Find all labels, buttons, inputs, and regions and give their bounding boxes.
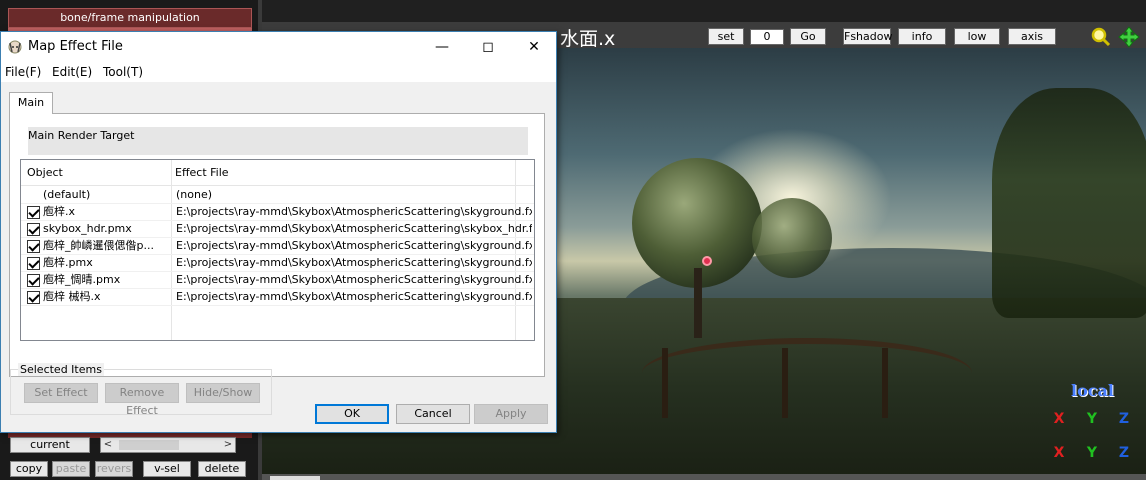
row-effect-file: E:\projects\ray-mmd\Skybox\AtmosphericSc… [176,205,532,218]
maximize-icon[interactable]: ◻ [465,32,511,62]
mmd-window: bone/frame manipulation current < > copy… [0,0,1146,480]
scroll-left-icon[interactable]: < [101,438,115,452]
zoom-icon[interactable] [1091,27,1111,47]
copy-button[interactable]: copy [10,461,48,477]
model-title: 水面.x [560,28,616,50]
cancel-button[interactable]: Cancel [396,404,470,424]
current-button[interactable]: current [10,437,90,453]
list-header: Object Effect File [21,160,534,186]
bottom-tab[interactable] [270,476,320,480]
render-target-text: Main Render Target [28,129,135,142]
move-cross-icon[interactable] [1118,26,1140,48]
hide-show-button[interactable]: Hide/Show [186,383,260,403]
v-sel-button[interactable]: v-sel [143,461,191,477]
revers-button[interactable]: revers [95,461,133,477]
menu-file[interactable]: File(F) [5,65,41,79]
frame-input[interactable]: 0 [750,29,784,45]
menu-tool[interactable]: Tool(T) [103,65,143,79]
close-icon[interactable]: ✕ [511,32,557,62]
row-checkbox[interactable] [27,223,40,236]
move-y-icon[interactable]: Y [1080,442,1104,464]
rotate-z-icon[interactable]: Z [1112,408,1136,430]
table-row[interactable]: (default) (none) [21,187,534,204]
scroll-right-icon[interactable]: > [221,438,235,452]
table-row[interactable]: 庖梓 械杩.x E:\projects\ray-mmd\Skybox\Atmosp… [21,289,534,306]
column-effect-file[interactable]: Effect File [169,160,509,186]
local-mode-label[interactable]: local [1071,381,1114,400]
row-object: (default) [43,188,91,201]
set-effect-button[interactable]: Set Effect [24,383,98,403]
row-effect-file: E:\projects\ray-mmd\Skybox\AtmosphericSc… [176,273,532,286]
row-effect-file: E:\projects\ray-mmd\Skybox\AtmosphericSc… [176,239,532,252]
fshadow-button[interactable]: Fshadow [843,28,892,45]
table-row[interactable]: 庖梓.pmx E:\projects\ray-mmd\Skybox\Atmosph… [21,255,534,272]
row-object: 庖梓 械杩.x [43,290,101,303]
row-object: 庖梓_帥嶙暹偎偲偺p... [43,239,154,252]
table-row[interactable]: 庖梓_惆晴.pmx E:\projects\ray-mmd\Skybox\Atmo… [21,272,534,289]
minimize-icon[interactable]: — [419,32,465,62]
ok-button[interactable]: OK [315,404,389,424]
table-row[interactable]: skybox_hdr.pmx E:\projects\ray-mmd\Skybox… [21,221,534,238]
move-x-icon[interactable]: X [1047,442,1071,464]
bone-marker[interactable] [702,256,712,266]
row-checkbox[interactable] [27,274,40,287]
dialog-title: Map Effect File [28,39,123,54]
row-object: 庖梓_惆晴.pmx [43,273,121,286]
row-object: skybox_hdr.pmx [43,222,132,235]
info-button[interactable]: info [898,28,946,45]
row-checkbox[interactable] [27,240,40,253]
render-target-label: Main Render Target [28,127,528,155]
delete-button[interactable]: delete [198,461,246,477]
bridge-post [882,348,888,418]
rotate-x-icon[interactable]: X [1047,408,1071,430]
tree-trunk [694,268,702,338]
table-row[interactable]: 庖梓_帥嶙暹偎偲偺p... E:\projects\ray-mmd\Skybox\… [21,238,534,255]
tree-shape-small [752,198,832,278]
row-checkbox[interactable] [27,291,40,304]
row-effect-file: E:\projects\ray-mmd\Skybox\AtmosphericSc… [176,256,532,269]
bridge-post [782,348,788,418]
effect-list[interactable]: Object Effect File (default) (none) 庖梓.x E:… [20,159,535,341]
willow-tree [992,88,1146,318]
row-effect-file: E:\projects\ray-mmd\Skybox\AtmosphericSc… [176,290,532,303]
row-checkbox[interactable] [27,206,40,219]
row-object: 庖梓.pmx [43,256,93,269]
paste-button[interactable]: paste [52,461,90,477]
row-effect-file: (none) [176,188,213,201]
map-effect-file-dialog: Map Effect File — ◻ ✕ File(F) Edit(E) To… [0,31,557,433]
remove-effect-button[interactable]: Remove Effect [105,383,179,417]
scroll-thumb[interactable] [119,440,179,450]
tab-main[interactable]: Main [9,92,53,114]
menu-bar: File(F) Edit(E) Tool(T) [1,62,556,82]
column-object[interactable]: Object [21,160,171,186]
table-row[interactable]: 庖梓.x E:\projects\ray-mmd\Skybox\Atmospher… [21,204,534,221]
row-effect-file: E:\projects\ray-mmd\Skybox\AtmosphericSc… [176,222,532,235]
set-button[interactable]: set [708,28,744,45]
app-icon [8,40,22,54]
apply-button[interactable]: Apply [474,404,548,424]
selected-items-label: Selected Items [18,363,104,376]
go-button[interactable]: Go [790,28,826,45]
horizontal-scrollbar[interactable]: < > [100,437,236,453]
axis-button[interactable]: axis [1008,28,1056,45]
main-tab-panel: Main Render Target Object Effect File (d… [9,113,545,377]
menu-edit[interactable]: Edit(E) [52,65,92,79]
bottom-strip [262,474,1146,480]
row-object: 庖梓.x [43,205,76,218]
bridge-post [662,348,668,418]
row-checkbox[interactable] [27,257,40,270]
rotate-y-icon[interactable]: Y [1080,408,1104,430]
move-z-icon[interactable]: Z [1112,442,1136,464]
bridge-shape [642,338,972,408]
low-pow-button[interactable]: low pow [954,28,1000,58]
dialog-titlebar[interactable]: Map Effect File — ◻ ✕ [1,32,556,62]
bone-frame-header[interactable]: bone/frame manipulation [8,8,252,28]
